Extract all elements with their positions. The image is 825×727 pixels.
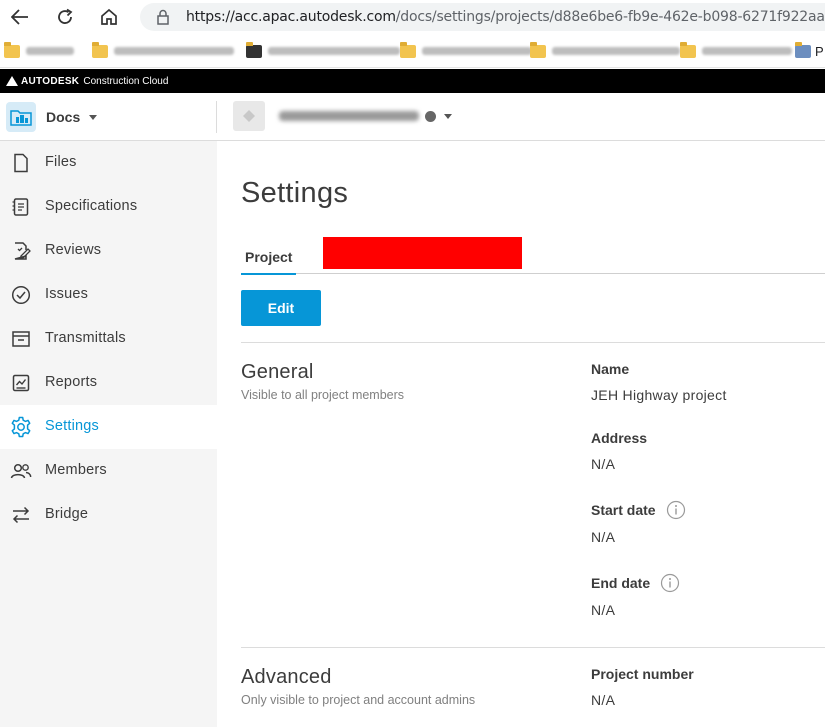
section-subtitle-general: Visible to all project members xyxy=(241,388,405,402)
section-divider xyxy=(241,342,825,343)
browser-toolbar: https://acc.apac.autodesk.com/docs/setti… xyxy=(0,0,825,34)
autodesk-logo[interactable]: AUTODESK Construction Cloud xyxy=(6,76,168,87)
address-bar[interactable]: https://acc.apac.autodesk.com/docs/setti… xyxy=(140,3,825,31)
sidebar-item-reports[interactable]: Reports xyxy=(0,361,217,405)
sidebar-item-bridge[interactable]: Bridge xyxy=(0,493,217,537)
info-icon[interactable] xyxy=(660,573,680,593)
sidebar-item-transmittals[interactable]: Transmittals xyxy=(0,317,217,361)
field-label-name: Name xyxy=(591,361,630,377)
page-title: Settings xyxy=(241,177,349,209)
folder-icon xyxy=(400,41,416,58)
product-header: Docs xyxy=(0,93,825,141)
globe-icon xyxy=(425,110,436,122)
sidebar-item-reviews[interactable]: Reviews xyxy=(0,229,217,273)
members-icon xyxy=(10,460,32,482)
url-text: https://acc.apac.autodesk.com/docs/setti… xyxy=(186,9,825,25)
field-label-project-number: Project number xyxy=(591,666,694,682)
sidebar-item-specifications[interactable]: Specifications xyxy=(0,185,217,229)
field-value-name: JEH Highway project xyxy=(591,387,727,403)
docs-folder-icon xyxy=(6,102,36,132)
sidebar: Files Specifications Reviews Issues Tran… xyxy=(0,141,217,727)
specifications-icon xyxy=(10,196,32,218)
bookmarks-bar: P xyxy=(0,34,825,68)
chevron-down-icon xyxy=(89,114,98,120)
project-switcher[interactable] xyxy=(233,100,452,132)
sidebar-item-issues[interactable]: Issues xyxy=(0,273,217,317)
autodesk-logo-icon xyxy=(6,76,18,86)
folder-icon xyxy=(92,41,108,58)
bookmark-link[interactable] xyxy=(246,41,400,59)
field-label-end-date: End date xyxy=(591,573,680,593)
folder-icon xyxy=(680,41,696,58)
gear-icon xyxy=(10,416,32,438)
bookmark-folder[interactable] xyxy=(680,41,792,59)
main-content: Settings Project Edit General Visible to… xyxy=(217,141,825,727)
issues-check-icon xyxy=(10,284,32,306)
section-subtitle-advanced: Only visible to project and account admi… xyxy=(241,693,476,707)
bookmark-link[interactable]: P xyxy=(795,41,824,59)
sidebar-item-files[interactable]: Files xyxy=(0,141,217,185)
transmittals-icon xyxy=(10,328,32,350)
reviews-icon xyxy=(10,240,32,262)
section-title-general: General xyxy=(241,361,314,383)
project-thumbnail-icon xyxy=(233,101,265,131)
bookmark-folder[interactable] xyxy=(400,41,532,59)
field-label-address: Address xyxy=(591,430,648,446)
chevron-down-icon xyxy=(444,113,452,119)
back-arrow-icon[interactable] xyxy=(9,6,31,28)
field-label-start-date: Start date xyxy=(591,500,686,520)
field-value-end-date: N/A xyxy=(591,602,616,618)
home-icon[interactable] xyxy=(98,6,120,28)
sidebar-item-settings[interactable]: Settings xyxy=(0,405,217,449)
field-value-start-date: N/A xyxy=(591,529,616,545)
bookmark-folder[interactable] xyxy=(530,41,680,59)
info-icon[interactable] xyxy=(666,500,686,520)
folder-icon xyxy=(4,41,20,58)
module-name: Docs xyxy=(46,109,81,125)
header-divider xyxy=(216,101,217,133)
section-divider xyxy=(241,647,825,648)
sidebar-item-members[interactable]: Members xyxy=(0,449,217,493)
folder-icon xyxy=(530,41,546,58)
favicon-icon xyxy=(246,41,262,58)
section-title-advanced: Advanced xyxy=(241,666,332,688)
reports-icon xyxy=(10,372,32,394)
project-name-redacted xyxy=(279,111,419,121)
file-icon xyxy=(10,152,32,174)
edit-button[interactable]: Edit xyxy=(241,290,321,326)
field-value-address: N/A xyxy=(591,456,616,472)
bookmark-folder[interactable] xyxy=(4,41,74,59)
acc-header: AUTODESK Construction Cloud xyxy=(0,69,825,93)
bookmark-folder[interactable] xyxy=(92,41,234,59)
lock-icon xyxy=(156,9,170,30)
tab-project[interactable]: Project xyxy=(241,233,297,275)
redacted-tabs xyxy=(323,237,522,269)
bridge-arrows-icon xyxy=(10,504,32,526)
module-switcher[interactable]: Docs xyxy=(6,101,98,133)
field-value-project-number: N/A xyxy=(591,692,616,708)
reload-icon[interactable] xyxy=(54,6,76,28)
favicon-icon xyxy=(795,41,811,58)
